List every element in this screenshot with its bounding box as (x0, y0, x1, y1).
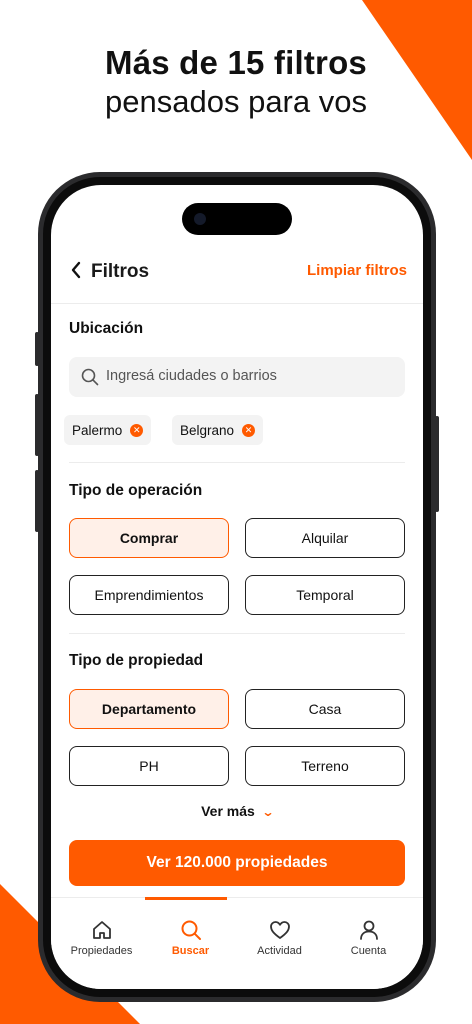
search-icon (181, 920, 201, 940)
headline-line-1: Más de 15 filtros (105, 44, 367, 81)
location-title: Ubicación (69, 320, 144, 337)
phone-power-button (435, 416, 439, 512)
phone-action-button (35, 332, 39, 366)
user-icon (359, 920, 378, 940)
remove-chip-icon[interactable]: ✕ (130, 423, 144, 437)
chip-label: Belgrano (180, 422, 235, 438)
phone-frame: Filtros Limpiar filtros Ubicación Ingres… (35, 172, 439, 1002)
location-chip[interactable]: Palermo ✕ (64, 415, 152, 445)
location-search-input[interactable]: Ingresá ciudades o barrios (69, 357, 405, 397)
search-placeholder: Ingresá ciudades o barrios (106, 368, 277, 384)
tab-label: Buscar (171, 945, 210, 957)
show-results-button[interactable]: Ver 120.000 propiedades (69, 840, 405, 886)
tab-cuenta[interactable]: Cuenta (322, 898, 415, 968)
property-title: Tipo de propiedad (69, 652, 204, 669)
tab-actividad[interactable]: Actividad (233, 898, 326, 968)
divider (69, 462, 405, 463)
tab-buscar[interactable]: Buscar (144, 898, 237, 968)
home-icon (92, 921, 111, 939)
phone-volume-up (35, 394, 39, 456)
phone-volume-down (35, 470, 39, 532)
tab-propiedades[interactable]: Propiedades (55, 898, 148, 968)
chip-label: Palermo (72, 422, 123, 438)
divider (69, 633, 405, 634)
see-more-label: Ver más (201, 803, 255, 819)
tab-label: Cuenta (350, 945, 387, 957)
heart-icon (269, 921, 290, 939)
see-more-button[interactable]: Ver más ⌄ (51, 803, 423, 819)
search-icon (81, 368, 99, 386)
bottom-tab-bar: Propiedades Buscar Actividad Cuenta (51, 897, 423, 989)
tab-label: Actividad (257, 945, 302, 957)
operation-option-temporal[interactable]: Temporal (245, 575, 405, 615)
filters-header: Filtros Limpiar filtros (51, 249, 423, 299)
promo-headline: Más de 15 filtros pensados para vos (0, 44, 472, 120)
property-option-terreno[interactable]: Terreno (245, 746, 405, 786)
location-chip[interactable]: Belgrano ✕ (172, 415, 264, 445)
back-button[interactable] (69, 259, 83, 287)
operation-title: Tipo de operación (69, 482, 203, 499)
divider (51, 303, 423, 304)
clear-filters-button[interactable]: Limpiar filtros (307, 262, 407, 279)
operation-option-comprar[interactable]: Comprar (69, 518, 229, 558)
property-option-ph[interactable]: PH (69, 746, 229, 786)
app-screen: Filtros Limpiar filtros Ubicación Ingres… (51, 185, 423, 989)
chevron-down-icon: ⌄ (261, 805, 275, 819)
tab-label: Propiedades (70, 945, 133, 957)
chevron-left-icon (71, 261, 81, 279)
remove-chip-icon[interactable]: ✕ (242, 423, 256, 437)
dynamic-island (182, 203, 292, 235)
property-option-departamento[interactable]: Departamento (69, 689, 229, 729)
operation-option-alquilar[interactable]: Alquilar (245, 518, 405, 558)
headline-line-2: pensados para vos (105, 84, 367, 119)
property-option-casa[interactable]: Casa (245, 689, 405, 729)
operation-option-emprendimientos[interactable]: Emprendimientos (69, 575, 229, 615)
page-title: Filtros (91, 261, 150, 282)
